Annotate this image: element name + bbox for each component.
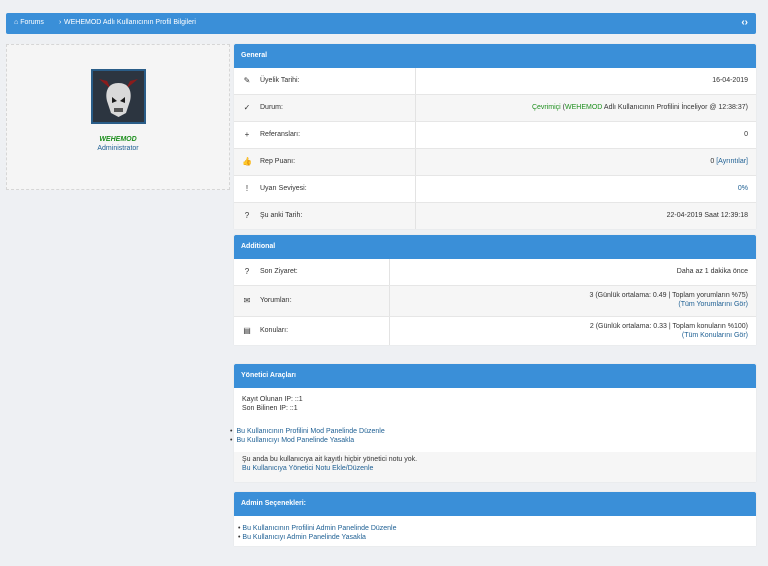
admin-ban-user-link[interactable]: • Bu Kullanıcıyı Admin Panelinde Yasakla [230, 533, 397, 542]
row-label: Rep Puanı: [260, 158, 296, 165]
admin-options-title: Admin Seçenekleri: [234, 492, 756, 516]
row-label: Son Ziyaret: [260, 268, 298, 275]
column-divider [415, 203, 416, 229]
row-value: 0 [744, 131, 748, 138]
row-last-visit: ? Son Ziyaret: Daha az 1 dakika önce [234, 259, 756, 286]
row-value: 2 (Günlük ortalama: 0.33 | Toplam konula… [589, 323, 748, 339]
pencil-icon: ✎ [243, 76, 251, 85]
document-icon: ▤ [243, 326, 251, 335]
mod-edit-profile-link[interactable]: Bu Kullanıcının Profilini Mod Panelinde … [230, 427, 384, 436]
column-divider [415, 149, 416, 175]
breadcrumb-separator: › [59, 19, 62, 26]
status-user-link[interactable]: WEHEMOD [565, 104, 602, 111]
reputation-details-link[interactable]: [Ayrıntılar] [716, 158, 748, 165]
avatar[interactable] [91, 69, 146, 124]
question-icon: ? [244, 211, 250, 220]
profile-role: Administrator [97, 145, 139, 152]
plus-icon: + [244, 130, 250, 139]
row-current-date: ? Şu anki Tarih: 22-04-2019 Saat 12:39:1… [234, 203, 756, 229]
home-icon: ⌂ [14, 19, 19, 26]
row-value: Daha az 1 dakika önce [676, 268, 748, 275]
warning-level-link[interactable]: 0% [738, 185, 748, 192]
column-divider [415, 122, 416, 148]
online-status: Çevrimiçi [531, 104, 561, 111]
row-status: ✓ Durum: Çevrimiçi (WEHEMOD Adlı Kullanı… [234, 95, 756, 122]
row-label: Referansları: [260, 131, 301, 138]
warning-icon: ! [245, 184, 249, 193]
row-threads: ▤ Konuları: 2 (Günlük ortalama: 0.33 | T… [234, 317, 756, 345]
check-icon: ✓ [243, 103, 251, 112]
column-divider [415, 95, 416, 121]
row-value: 16-04-2019 [712, 77, 748, 84]
view-all-posts-link[interactable]: (Tüm Yorumlarını Gör) [678, 301, 748, 308]
profile-username[interactable]: WEHEMOD [7, 136, 229, 143]
registered-ip: Kayıt Olunan IP: ::1 [242, 396, 303, 403]
admin-options-panel: Admin Seçenekleri: • Bu Kullanıcının Pro… [234, 492, 756, 546]
mod-notes-edit-link[interactable]: Bu Kullanıcıya Yönetici Notu Ekle/Düzenl… [242, 465, 373, 472]
mod-notes-box: Şu anda bu kullanıcıya ait kayıtlı hiçbi… [234, 452, 756, 482]
profile-card: WEHEMOD Administrator [6, 44, 230, 190]
general-panel: General ✎ Üyelik Tarihi: 16-04-2019 ✓ Du… [234, 44, 756, 229]
column-divider [415, 176, 416, 202]
view-all-threads-link[interactable]: (Tüm Konularını Gör) [682, 332, 748, 339]
question-icon: ? [244, 267, 250, 276]
row-value: 22-04-2019 Saat 12:39:18 [666, 212, 748, 219]
mod-links-list: Bu Kullanıcının Profilini Mod Panelinde … [230, 427, 385, 445]
row-label: Şu anki Tarih: [260, 212, 303, 219]
row-registration-date: ✎ Üyelik Tarihi: 16-04-2019 [234, 68, 756, 95]
status-value: Çevrimiçi (WEHEMOD Adlı Kullanıcının Pro… [531, 104, 748, 111]
row-label: Durum: [260, 104, 283, 111]
row-label: Uyarı Seviyesi: [260, 185, 307, 192]
comments-icon: ✉ [243, 296, 251, 305]
column-divider [389, 259, 390, 285]
thumb-icon: 👍 [242, 157, 252, 166]
breadcrumb: ⌂ Forums › WEHEMOD Adlı Kullanıcının Pro… [6, 13, 756, 34]
row-warning-level: ! Uyarı Seviyesi: 0% [234, 176, 756, 203]
breadcrumb-current: WEHEMOD Adlı Kullanıcının Profil Bilgile… [64, 19, 196, 26]
row-posts: ✉ Yorumları: 3 (Günlük ortalama: 0.49 | … [234, 286, 756, 317]
mod-notes-text: Şu anda bu kullanıcıya ait kayıtlı hiçbi… [242, 456, 418, 463]
skull-avatar-icon [93, 71, 144, 122]
mod-tools-title: Yönetici Araçları [234, 364, 756, 388]
row-value: 0 [Ayrıntılar] [710, 158, 748, 165]
column-divider [389, 317, 390, 345]
row-label: Konuları: [260, 327, 289, 334]
additional-panel: Additional ? Son Ziyaret: Daha az 1 daki… [234, 235, 756, 345]
row-value: 3 (Günlük ortalama: 0.49 | Toplam yoruml… [589, 292, 748, 308]
row-label: Üyelik Tarihi: [260, 77, 300, 84]
general-panel-title: General [234, 44, 756, 68]
admin-links-list: • Bu Kullanıcının Profilini Admin Paneli… [230, 524, 397, 542]
collapse-icon[interactable]: ‹› [741, 17, 748, 28]
additional-panel-title: Additional [234, 235, 756, 259]
row-reputation: 👍 Rep Puanı: 0 [Ayrıntılar] [234, 149, 756, 176]
forums-home-link[interactable]: ⌂ Forums [14, 19, 44, 26]
admin-edit-profile-link[interactable]: • Bu Kullanıcının Profilini Admin Paneli… [230, 524, 397, 533]
row-referrals: + Referansları: 0 [234, 122, 756, 149]
last-ip: Son Bilinen IP: ::1 [242, 405, 298, 412]
mod-tools-panel: Yönetici Araçları Kayıt Olunan IP: ::1 S… [234, 364, 756, 482]
row-label: Yorumları: [260, 297, 292, 304]
column-divider [415, 68, 416, 94]
column-divider [389, 286, 390, 316]
mod-ban-user-link[interactable]: Bu Kullanıcıyı Mod Panelinde Yasakla [230, 436, 385, 445]
